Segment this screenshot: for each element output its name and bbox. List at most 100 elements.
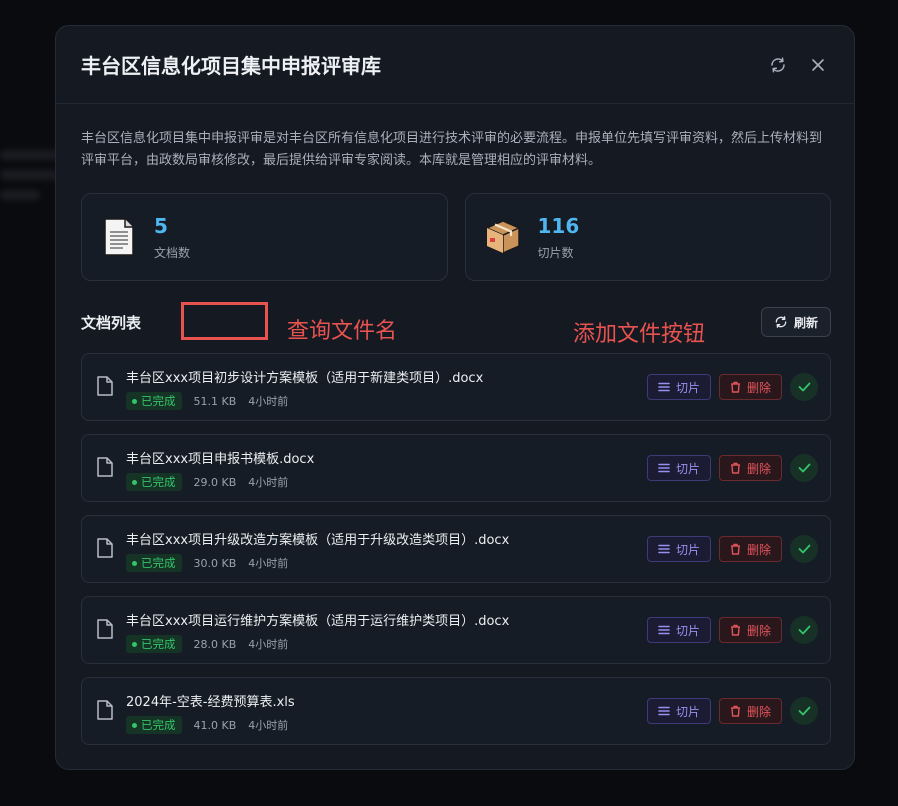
slice-button[interactable]: 切片 — [646, 374, 711, 400]
status-text: 已完成 — [141, 394, 176, 408]
file-info: 丰台区xxx项目运行维护方案模板（适用于运行维护类项目）.docx 已完成 28… — [126, 610, 509, 653]
slice-label: 切片 — [675, 704, 700, 719]
stat-text: 5 文档数 — [154, 214, 190, 261]
list-item[interactable]: 丰台区xxx项目申报书模板.docx 已完成 29.0 KB 4小时前 切片 删… — [81, 434, 831, 502]
header-actions — [767, 54, 829, 76]
check-button[interactable] — [790, 373, 818, 401]
file-size: 30.0 KB — [193, 556, 237, 570]
list-icon — [658, 706, 670, 716]
slice-label: 切片 — [675, 623, 700, 638]
slice-button[interactable]: 切片 — [646, 536, 711, 562]
trash-icon — [730, 462, 740, 474]
status-text: 已完成 — [141, 718, 176, 732]
slice-count-label: 切片数 — [537, 245, 574, 260]
file-meta: 已完成 30.0 KB 4小时前 — [126, 554, 509, 572]
list-icon — [658, 382, 670, 392]
refresh-icon — [775, 316, 787, 328]
delete-button[interactable]: 删除 — [718, 698, 782, 724]
check-button[interactable] — [790, 616, 818, 644]
delete-button[interactable]: 删除 — [718, 536, 782, 562]
status-text: 已完成 — [141, 637, 176, 651]
file-info: 丰台区xxx项目申报书模板.docx 已完成 29.0 KB 4小时前 — [126, 448, 314, 491]
stat-text: 116 切片数 — [538, 214, 580, 261]
file-name: 丰台区xxx项目初步设计方案模板（适用于新建类项目）.docx — [126, 371, 484, 386]
delete-label: 删除 — [746, 380, 771, 395]
refresh-button[interactable]: 刷新 — [760, 307, 831, 337]
trash-icon — [730, 705, 740, 717]
delete-button[interactable]: 删除 — [718, 617, 782, 643]
file-icon — [97, 700, 113, 720]
row-actions: 切片 删除 — [646, 616, 818, 644]
slice-label: 切片 — [675, 461, 700, 476]
status-badge: 已完成 — [126, 392, 182, 410]
trash-icon — [730, 543, 740, 555]
check-button[interactable] — [790, 535, 818, 563]
delete-label: 删除 — [746, 704, 771, 719]
status-badge: 已完成 — [126, 554, 182, 572]
file-meta: 已完成 28.0 KB 4小时前 — [126, 635, 509, 653]
delete-label: 删除 — [746, 461, 771, 476]
knowledge-base-modal: 丰台区信息化项目集中申报评审库 丰台区信息化项目集中申报评审是对丰台区所有信息化… — [55, 25, 855, 770]
file-info: 丰台区xxx项目升级改造方案模板（适用于升级改造类项目）.docx 已完成 30… — [126, 529, 509, 572]
file-icon — [97, 538, 113, 558]
sync-icon[interactable] — [767, 54, 789, 76]
row-actions: 切片 删除 — [646, 454, 818, 482]
stat-card-slices: 116 切片数 — [464, 193, 831, 281]
close-icon[interactable] — [807, 54, 829, 76]
status-badge: 已完成 — [126, 635, 182, 653]
document-count: 5 — [154, 213, 168, 238]
file-icon — [97, 619, 113, 639]
check-icon — [798, 463, 810, 473]
file-meta: 已完成 41.0 KB 4小时前 — [126, 716, 295, 734]
modal-header: 丰台区信息化项目集中申报评审库 — [56, 26, 854, 104]
list-icon — [658, 544, 670, 554]
slice-label: 切片 — [675, 380, 700, 395]
check-button[interactable] — [790, 697, 818, 725]
status-dot-icon — [132, 641, 137, 647]
slice-count: 116 — [537, 213, 580, 238]
add-file-annotation-label: 添加文件按钮 — [573, 322, 706, 347]
delete-button[interactable]: 删除 — [718, 374, 782, 400]
list-item[interactable]: 丰台区xxx项目升级改造方案模板（适用于升级改造类项目）.docx 已完成 30… — [81, 515, 831, 583]
check-icon — [798, 382, 810, 392]
status-text: 已完成 — [141, 556, 176, 570]
status-badge: 已完成 — [126, 473, 182, 491]
trash-icon — [730, 381, 740, 393]
trash-icon — [730, 624, 740, 636]
status-text: 已完成 — [141, 475, 176, 489]
delete-button[interactable]: 删除 — [718, 455, 782, 481]
file-icon — [97, 457, 113, 477]
slice-label: 切片 — [675, 542, 700, 557]
file-time: 4小时前 — [248, 557, 289, 570]
search-annotation-label: 查询文件名 — [287, 319, 398, 344]
status-dot-icon — [132, 722, 137, 728]
search-annotation-box — [181, 302, 268, 340]
file-time: 4小时前 — [248, 395, 289, 408]
file-list: 丰台区xxx项目初步设计方案模板（适用于新建类项目）.docx 已完成 51.1… — [81, 353, 831, 758]
slice-button[interactable]: 切片 — [646, 455, 711, 481]
row-actions: 切片 删除 — [646, 697, 818, 725]
status-dot-icon — [132, 479, 137, 485]
list-item[interactable]: 2024年-空表-经费预算表.xls 已完成 41.0 KB 4小时前 切片 删… — [81, 677, 831, 745]
document-icon — [100, 216, 138, 258]
document-count-label: 文档数 — [154, 245, 191, 260]
slice-button[interactable]: 切片 — [646, 698, 711, 724]
file-info: 丰台区xxx项目初步设计方案模板（适用于新建类项目）.docx 已完成 51.1… — [126, 367, 483, 410]
delete-label: 删除 — [746, 542, 771, 557]
check-icon — [798, 544, 810, 554]
list-item[interactable]: 丰台区xxx项目运行维护方案模板（适用于运行维护类项目）.docx 已完成 28… — [81, 596, 831, 664]
file-name: 丰台区xxx项目运行维护方案模板（适用于运行维护类项目）.docx — [126, 614, 510, 629]
file-time: 4小时前 — [248, 638, 289, 651]
check-icon — [798, 706, 810, 716]
list-item[interactable]: 丰台区xxx项目初步设计方案模板（适用于新建类项目）.docx 已完成 51.1… — [81, 353, 831, 421]
list-title: 文档列表 — [81, 313, 142, 332]
check-button[interactable] — [790, 454, 818, 482]
file-name: 丰台区xxx项目申报书模板.docx — [126, 452, 315, 467]
file-time: 4小时前 — [248, 719, 289, 732]
slice-button[interactable]: 切片 — [646, 617, 711, 643]
refresh-label: 刷新 — [793, 315, 818, 330]
delete-label: 删除 — [746, 623, 771, 638]
file-size: 28.0 KB — [193, 637, 237, 651]
modal-description: 丰台区信息化项目集中申报评审是对丰台区所有信息化项目进行技术评审的必要流程。申报… — [81, 131, 823, 168]
check-icon — [798, 625, 810, 635]
